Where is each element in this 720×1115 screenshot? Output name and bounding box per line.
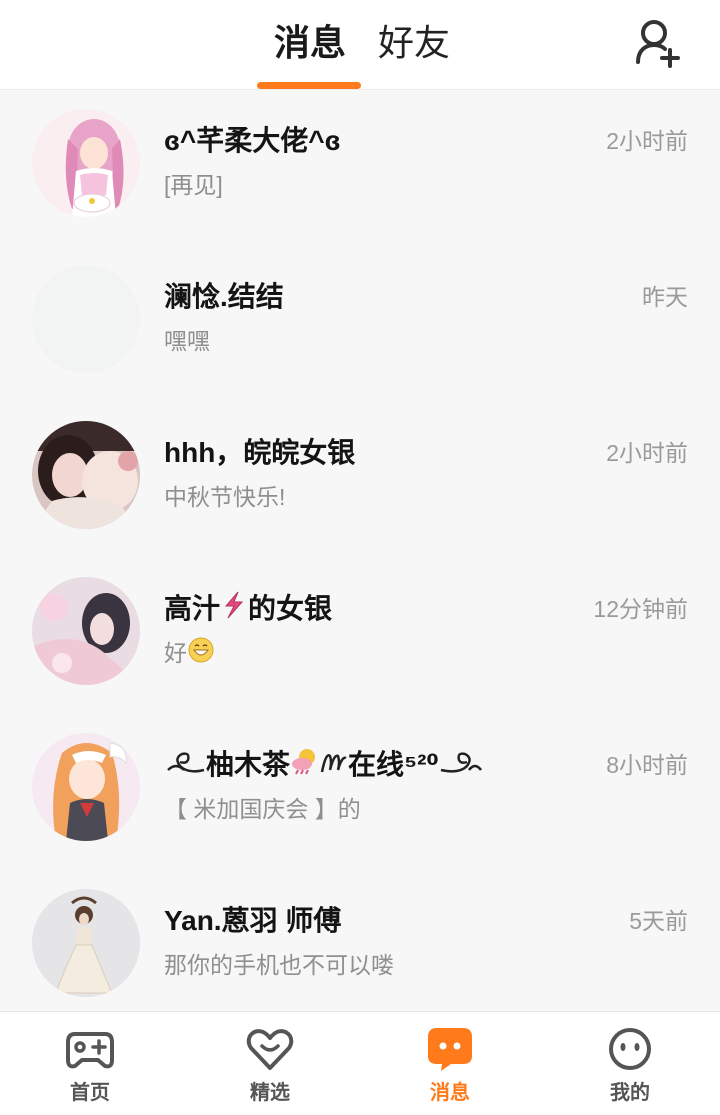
swirl-left-ornament [164,747,206,787]
conversation-time: 12分钟前 [593,596,688,622]
gamepad-icon [65,1026,115,1072]
name-text: 在线⁵²⁰ [348,749,439,780]
nav-profile[interactable]: 我的 [540,1012,720,1115]
conversation-time: 5天前 [629,908,688,934]
conversation-list: ɞ^芊柔大佬^ɞ [再见] 2小时前 澜惗.结结 嘿嘿 昨天 hhh，皖皖女银 … [0,91,720,1027]
nav-home[interactable]: 首页 [0,1012,180,1115]
conversation-item[interactable]: ɞ^芊柔大佬^ɞ [再见] 2小时前 [0,91,720,247]
conversation-name: hhh，皖皖女银 [164,437,356,468]
nav-featured[interactable]: 精选 [180,1012,360,1115]
conversation-name: Yan.蒽羽 师傅 [164,905,342,936]
conversation-name: 高汁 的女银 [164,589,332,629]
conversation-name: 澜惗.结结 [164,281,284,312]
add-person-icon[interactable] [632,16,684,68]
conversation-time: 昨天 [642,284,688,310]
nav-home-label: 首页 [70,1082,110,1104]
conversation-item[interactable]: 柚木茶 在线⁵²⁰ 【 米加国庆会 】的 8小时前 [0,715,720,871]
photo-girl-avatar[interactable] [32,421,140,529]
heart-icon [245,1026,295,1072]
conversation-item[interactable]: hhh，皖皖女银 中秋节快乐! 2小时前 [0,403,720,559]
tab-messages[interactable]: 消息 [274,18,346,68]
conversation-preview: 【 米加国庆会 】的 [164,796,361,822]
conversation-preview: 中秋节快乐! [164,484,286,510]
app-root: 消息 好友 ɞ^芊柔大佬^ɞ [再见] 2小时前 澜惗.结结 嘿嘿 昨天 hhh… [0,0,720,1115]
conversation-item[interactable]: 高汁 的女银 好 12分钟前 [0,559,720,715]
nav-messages[interactable]: 消息 [360,1012,540,1115]
conversation-preview: 好 [164,635,215,671]
anime-pink-hair-avatar[interactable] [32,109,140,217]
conversation-preview: [再见] [164,172,223,198]
conversation-time: 8小时前 [606,752,688,778]
conversation-name: 柚木茶 在线⁵²⁰ [164,745,483,785]
photo-girl-pink-avatar[interactable] [32,577,140,685]
nav-profile-label: 我的 [610,1082,650,1104]
conversation-time: 2小时前 [606,128,688,154]
name-text: 的女银 [248,593,333,624]
conversation-time: 2小时前 [606,440,688,466]
name-text: 柚木茶 [206,749,291,780]
bottom-nav: 首页 精选 消息 我的 [0,1011,720,1115]
chat-bubble-icon [425,1026,475,1072]
nav-featured-label: 精选 [250,1082,290,1104]
tab-friends[interactable]: 好友 [378,18,450,68]
figure-white-dress-avatar[interactable] [32,889,140,997]
conversation-preview: 那你的手机也不可以喽 [164,952,394,978]
conversation-name: ɞ^芊柔大佬^ɞ [164,125,341,156]
nav-messages-label: 消息 [430,1082,470,1104]
face-icon [605,1026,655,1072]
sun-cloud-sticker [290,746,320,787]
conversation-item[interactable]: Yan.蒽羽 师傅 那你的手机也不可以喽 5天前 [0,871,720,1027]
script-m-glyph [320,747,348,787]
lightning-sticker [220,590,248,631]
blank-avatar[interactable] [32,265,140,373]
grin-emoji [187,636,215,674]
swirl-right-ornament [439,747,483,787]
active-tab-indicator [257,82,361,89]
anime-orange-hair-avatar[interactable] [32,733,140,841]
conversation-preview: 嘿嘿 [164,328,210,354]
preview-text: 好 [164,640,187,666]
top-header: 消息 好友 [0,0,720,90]
conversation-item[interactable]: 澜惗.结结 嘿嘿 昨天 [0,247,720,403]
name-text: 高汁 [164,593,221,624]
